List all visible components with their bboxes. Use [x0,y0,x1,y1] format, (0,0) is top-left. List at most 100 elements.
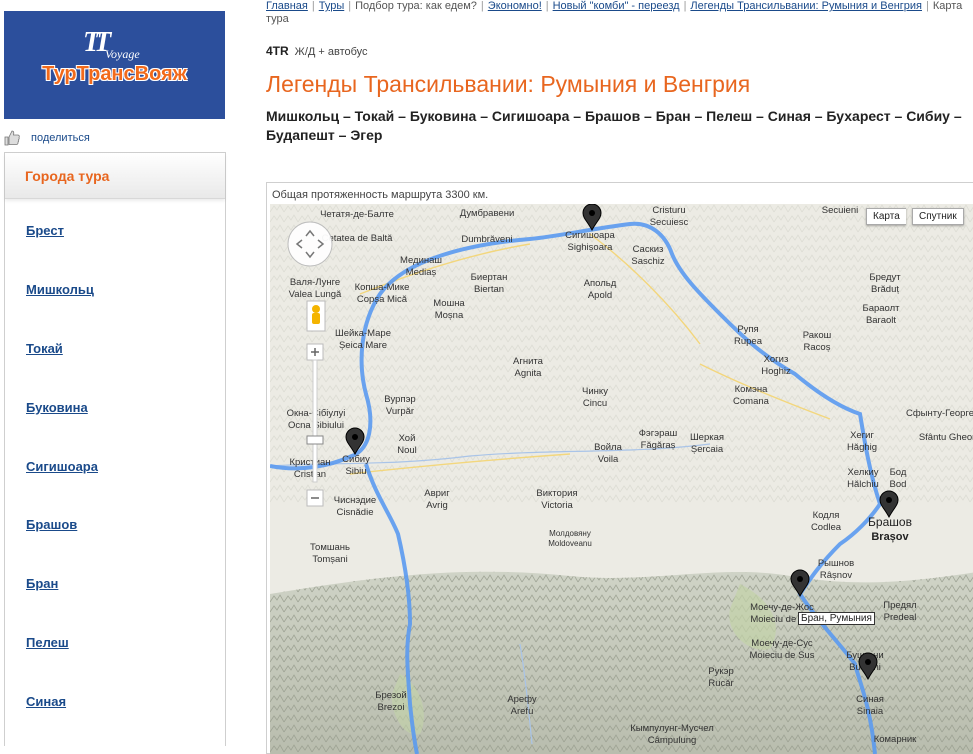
zoom-in-button[interactable] [306,343,324,361]
svg-text:Moieciu de Sus: Moieciu de Sus [750,650,815,661]
city-link[interactable]: Сигишоара [26,459,98,474]
map-type-map-button[interactable]: Карта [866,208,906,225]
breadcrumb-sep: | [926,0,929,12]
map-label: Mediaș [406,267,437,278]
svg-text:Агнита: Агнита [513,356,544,367]
svg-text:Câmpulung: Câmpulung [648,735,697,746]
svg-text:Рукэр: Рукэр [708,666,733,677]
map-label: Saschiz [631,256,665,267]
map-label: Valea Lungă [289,289,342,300]
map-label: Хогиз [764,354,789,365]
map-label: Валя-Лунге [290,277,340,288]
city-item-miskolc: Мишкольц [26,282,94,297]
city-item-brasov: Брашов [26,517,77,532]
city-item-bran: Бран [26,576,58,591]
map-label: Vurpăr [386,406,414,417]
map-label: Bod [890,479,907,490]
city-link[interactable]: Буковина [26,400,88,415]
tour-cities-header: Города тура [5,153,225,199]
map-label: Авриг [424,488,450,499]
svg-text:Bod: Bod [890,479,907,490]
city-link[interactable]: Синая [26,694,66,709]
map-label: Agnita [515,368,543,379]
svg-text:Hoghiz: Hoghiz [761,366,791,377]
map-canvas[interactable]: Четатя-де-Балте Cetatea de Baltă Думбрав… [270,204,973,754]
city-link[interactable]: Мишкольц [26,282,94,297]
city-link[interactable]: Токай [26,341,63,356]
svg-text:Mediaș: Mediaș [406,267,437,278]
map-label: Avrig [426,500,447,511]
breadcrumb-tours[interactable]: Туры [319,0,345,12]
svg-text:Avrig: Avrig [426,500,447,511]
map-label: Предял [883,600,916,611]
map-label: Hălchiu [847,479,879,490]
city-link[interactable]: Бран [26,576,58,591]
svg-text:Șercaia: Șercaia [691,444,724,455]
breadcrumb-economy[interactable]: Экономно! [488,0,542,12]
svg-text:Apold: Apold [588,290,612,301]
svg-text:Biertan: Biertan [474,284,504,295]
map-label: Rucăr [708,678,733,689]
svg-text:Валя-Лунге: Валя-Лунге [290,277,340,288]
map-label: Apold [588,290,612,301]
svg-text:Moldoveanu: Moldoveanu [548,539,592,548]
svg-text:Комарник: Комарник [874,734,917,745]
map-label: Арефу [507,694,537,705]
svg-text:Ракош: Ракош [803,330,831,341]
map-label: Brezoi [378,702,405,713]
svg-text:Sfântu Gheorghe: Sfântu Gheorghe [919,432,973,443]
map-label: Хелкиу [847,467,878,478]
map-label: Бараолт [862,303,900,314]
map-label: Secuieni [822,205,858,216]
svg-text:Cristian: Cristian [294,469,326,480]
city-link[interactable]: Пелеш [26,635,69,650]
svg-text:Рупя: Рупя [737,324,758,335]
city-link[interactable]: Брашов [26,517,77,532]
zoom-slider-handle[interactable] [306,435,324,445]
svg-text:Кристиан: Кристиан [289,457,330,468]
svg-text:Сигишоара: Сигишоара [565,230,615,241]
svg-text:Бараолт: Бараолт [862,303,900,314]
svg-text:Baraolt: Baraolt [866,315,896,326]
map-label: Рышнов [818,558,854,569]
breadcrumb-tour[interactable]: Легенды Трансильвании: Румыния и Венгрия [690,0,922,12]
svg-text:Молдовяну: Молдовяну [549,529,591,538]
logo-mark-icon: TT [83,27,111,58]
svg-text:Moșna: Moșna [435,310,464,321]
logo-name: ТурТрансВояж [42,63,187,85]
breadcrumb-combi[interactable]: Новый "комби" - переезд [553,0,680,12]
breadcrumb-home[interactable]: Главная [266,0,308,12]
pan-control[interactable] [287,221,333,267]
map-label: Sfântu Gheorghe [919,432,973,443]
map-label: Думбравени [460,208,515,219]
map-label: Комэна [735,384,768,395]
map-label: Cristuru [652,205,685,216]
share-link[interactable]: поделиться [31,132,90,144]
site-logo[interactable]: TT Voyage ТурТрансВояж [4,11,225,119]
tour-code: 4TR [266,44,289,58]
svg-text:Agnita: Agnita [515,368,543,379]
city-item-peles: Пелеш [26,635,69,650]
svg-text:Сибиу: Сибиу [342,454,370,465]
share-block: поделиться [4,128,90,148]
logo-subtitle: Voyage [105,47,140,61]
svg-text:Саскиз: Саскиз [633,244,664,255]
route-map[interactable]: Четатя-де-Балте Cetatea de Baltă Думбрав… [270,204,973,754]
svg-text:Рышнов: Рышнов [818,558,854,569]
map-label: Мединаш [400,255,442,266]
city-item-brest: Брест [26,223,64,238]
map-label: Brăduț [871,284,899,295]
tour-cities-heading: Города тура [25,168,110,184]
svg-text:Făgăraș: Făgăraș [641,440,676,451]
svg-text:Кодля: Кодля [813,510,840,521]
street-view-pegman-icon[interactable] [306,300,326,332]
svg-text:Биертан: Биертан [471,272,508,283]
map-label: Синая [856,694,884,705]
map-type-satellite-button[interactable]: Спутник [912,208,964,225]
map-label: Сигишоара [565,230,615,241]
map-label: Cristian [294,469,326,480]
zoom-out-button[interactable] [306,489,324,507]
map-label: Бредут [869,272,901,283]
thumbs-up-icon[interactable] [4,130,20,146]
city-link[interactable]: Брест [26,223,64,238]
